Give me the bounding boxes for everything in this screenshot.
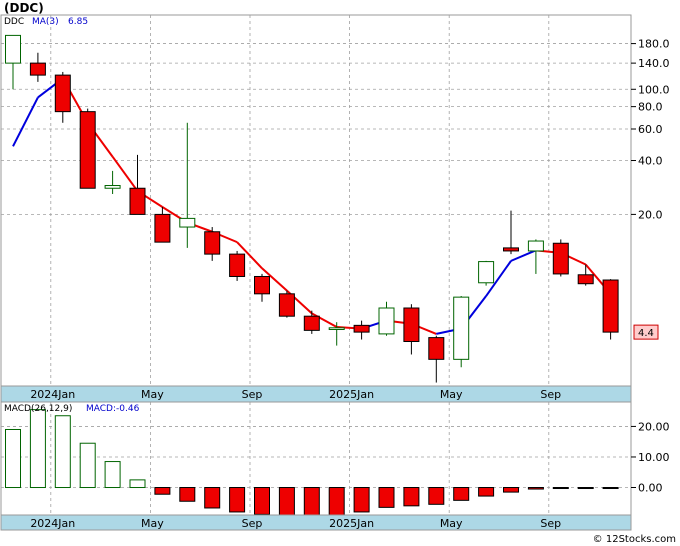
candle-body xyxy=(503,247,519,252)
macd-x-tick-label: May xyxy=(440,517,463,530)
stock-chart: (DDC) 180.0 140.0 100.0 80.0 60.0 40.0 20.0 DD… xyxy=(0,1,676,545)
macd-x-tick-label: May xyxy=(141,517,164,530)
candle-body xyxy=(79,111,96,189)
price-y-tick-label: 140.0 xyxy=(638,57,670,70)
price-y-axis: 180.0 140.0 100.0 80.0 60.0 40.0 20.0 xyxy=(631,38,670,221)
macd-bar xyxy=(328,487,345,516)
macd-x-tick-label: Sep xyxy=(242,517,263,530)
macd-bar xyxy=(129,479,146,489)
price-x-tick-label: Sep xyxy=(242,388,263,401)
candle-body xyxy=(478,261,495,284)
candle xyxy=(453,296,470,368)
candle-body xyxy=(229,253,246,277)
price-x-axis-band xyxy=(0,385,632,403)
candle-body xyxy=(403,307,420,342)
candle xyxy=(79,108,96,189)
candle-body xyxy=(104,185,121,189)
macd-bar xyxy=(552,487,569,490)
macd-y-axis: 20.00 10.00 0.00 xyxy=(631,420,670,495)
last-price-value: 4.4 xyxy=(638,328,654,339)
candle-body xyxy=(527,240,544,252)
candle-body xyxy=(54,74,71,113)
macd-bar xyxy=(54,415,71,489)
candle xyxy=(478,260,495,286)
macd-x-tick-label: 2024Jan xyxy=(30,517,75,530)
price-x-tick-label: May xyxy=(440,388,463,401)
candle xyxy=(278,290,295,318)
macd-bar xyxy=(378,487,395,508)
candle-body xyxy=(353,324,370,333)
macd-bar xyxy=(453,487,470,501)
macd-bar xyxy=(403,487,420,507)
price-y-tick-label: 60.0 xyxy=(638,123,663,136)
macd-legend-label: MACD(26,12,9) xyxy=(4,404,72,414)
candle-body xyxy=(5,34,21,64)
macd-y-tick-label: 20.00 xyxy=(638,420,670,433)
macd-bar xyxy=(204,487,221,509)
price-y-tick-label: 180.0 xyxy=(638,38,670,51)
macd-bar xyxy=(154,487,171,495)
macd-bar xyxy=(478,487,495,497)
price-x-tick-label: Sep xyxy=(540,388,561,401)
candle-body xyxy=(254,275,270,295)
candle-body xyxy=(204,231,221,255)
candle-body xyxy=(577,274,594,285)
price-y-tick-label: 100.0 xyxy=(638,83,670,96)
macd-bar xyxy=(5,428,21,489)
candle xyxy=(229,250,246,281)
candle-body xyxy=(602,279,619,333)
macd-bar xyxy=(303,487,320,516)
macd-bar xyxy=(353,487,370,513)
candle-body xyxy=(552,242,569,275)
candle-body xyxy=(428,337,445,360)
candle-body xyxy=(378,307,395,335)
macd-x-tick-label: Sep xyxy=(540,517,561,530)
macd-bar xyxy=(503,487,519,493)
macd-x-tick-label: 2025Jan xyxy=(329,517,374,530)
price-y-tick-label: 20.0 xyxy=(638,208,663,221)
price-y-tick-label: 80.0 xyxy=(638,101,663,114)
price-x-tick-label: 2024Jan xyxy=(30,388,75,401)
candle xyxy=(552,239,569,277)
macd-bar xyxy=(527,487,544,490)
chart-title: (DDC) xyxy=(4,1,44,15)
macd-bar xyxy=(179,487,196,502)
legend-ma-value: 6.85 xyxy=(68,17,88,27)
macd-bar xyxy=(79,442,96,489)
price-x-tick-label: May xyxy=(141,388,164,401)
last-price-tag: 4.4 xyxy=(633,324,659,340)
candle-body xyxy=(154,213,171,243)
price-x-tick-label: 2025Jan xyxy=(329,388,374,401)
price-y-tick-label: 40.0 xyxy=(638,155,663,168)
candle-body xyxy=(453,296,470,360)
macd-legend-value: MACD:-0.46 xyxy=(86,404,140,414)
macd-bar xyxy=(278,487,295,516)
candle-body xyxy=(303,315,320,331)
candle-body xyxy=(328,327,345,331)
candle-body xyxy=(29,62,46,76)
legend-ma-label: MA(3) xyxy=(32,17,59,27)
candle-body xyxy=(129,187,146,215)
macd-bar xyxy=(602,487,619,490)
macd-y-tick-label: 0.00 xyxy=(638,482,663,495)
legend-ticker: DDC xyxy=(4,17,24,27)
price-legend: DDC MA(3) 6.85 xyxy=(4,17,88,27)
candle-body xyxy=(278,293,295,317)
candle xyxy=(602,279,619,340)
macd-x-axis-band xyxy=(0,514,632,531)
macd-bar xyxy=(577,487,594,490)
watermark: © 12Stocks.com xyxy=(593,534,676,545)
macd-bar xyxy=(104,461,121,489)
macd-bar xyxy=(428,487,445,505)
macd-bar xyxy=(254,487,270,515)
macd-bar xyxy=(29,409,46,489)
macd-legend: MACD(26,12,9) MACD:-0.46 xyxy=(4,404,140,414)
candle-body xyxy=(179,217,196,228)
macd-y-tick-label: 10.00 xyxy=(638,451,670,464)
macd-bar xyxy=(229,487,246,513)
